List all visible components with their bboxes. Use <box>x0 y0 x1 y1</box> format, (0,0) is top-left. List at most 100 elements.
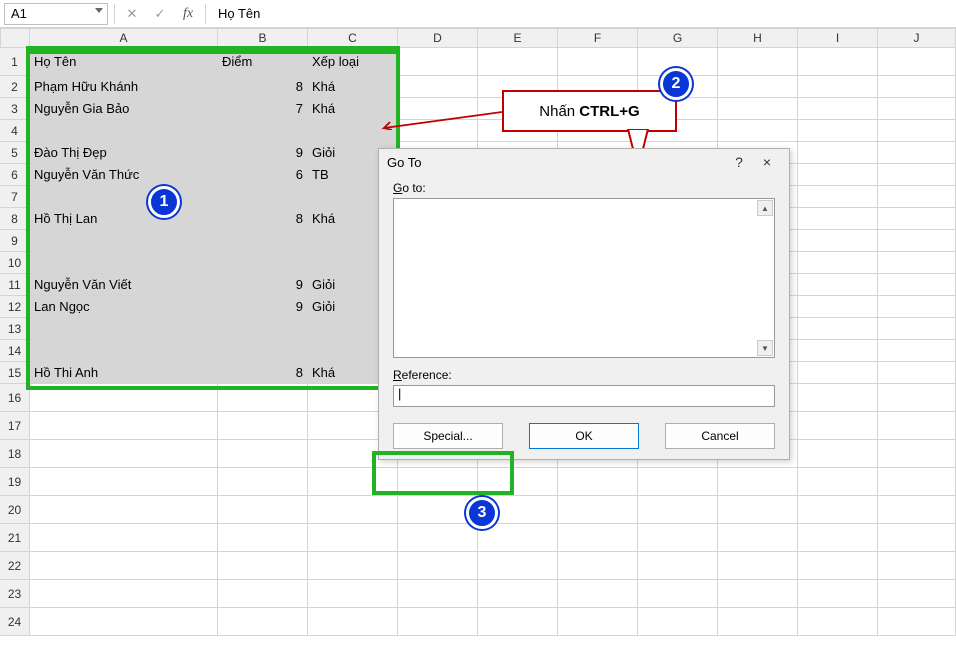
row-header[interactable]: 10 <box>0 252 30 274</box>
cell[interactable] <box>878 76 956 98</box>
cell[interactable] <box>798 142 878 164</box>
cell[interactable] <box>798 120 878 142</box>
cell[interactable] <box>878 440 956 468</box>
cell[interactable] <box>30 252 218 274</box>
cell[interactable] <box>798 98 878 120</box>
cell[interactable] <box>718 76 798 98</box>
cell[interactable]: Hồ Thi Anh <box>30 362 218 384</box>
row-header[interactable]: 16 <box>0 384 30 412</box>
cell[interactable] <box>218 440 308 468</box>
cell[interactable] <box>798 552 878 580</box>
name-box[interactable]: A1 <box>4 3 108 25</box>
cell[interactable] <box>798 48 878 76</box>
cell[interactable] <box>398 48 478 76</box>
cell[interactable] <box>558 468 638 496</box>
cell[interactable] <box>30 496 218 524</box>
cell[interactable]: Hồ Thị Lan <box>30 208 218 230</box>
row-header[interactable]: 8 <box>0 208 30 230</box>
cell[interactable] <box>308 608 398 636</box>
cell[interactable] <box>308 524 398 552</box>
cell[interactable] <box>798 318 878 340</box>
cell[interactable] <box>878 608 956 636</box>
select-all-corner[interactable] <box>0 28 30 48</box>
cell[interactable] <box>308 552 398 580</box>
row-header[interactable]: 14 <box>0 340 30 362</box>
cell[interactable] <box>558 48 638 76</box>
cell[interactable] <box>718 120 798 142</box>
row-header[interactable]: 24 <box>0 608 30 636</box>
cell[interactable]: 6 <box>218 164 308 186</box>
cell[interactable] <box>218 318 308 340</box>
cell[interactable] <box>558 496 638 524</box>
cell[interactable] <box>878 468 956 496</box>
col-header-J[interactable]: J <box>878 28 956 48</box>
scroll-down-icon[interactable]: ▼ <box>757 340 773 356</box>
cell[interactable]: Lan Ngọc <box>30 296 218 318</box>
cell[interactable] <box>218 340 308 362</box>
cell[interactable] <box>558 524 638 552</box>
insert-function-button[interactable]: fx <box>177 3 199 25</box>
cell[interactable] <box>798 186 878 208</box>
enter-formula-button[interactable]: ✓ <box>149 3 171 25</box>
row-header[interactable]: 18 <box>0 440 30 468</box>
cell[interactable] <box>218 252 308 274</box>
cell[interactable] <box>878 186 956 208</box>
col-header-A[interactable]: A <box>30 28 218 48</box>
row-header[interactable]: 9 <box>0 230 30 252</box>
cell[interactable] <box>878 412 956 440</box>
cell[interactable] <box>30 552 218 580</box>
cell[interactable] <box>638 468 718 496</box>
cancel-formula-button[interactable]: ✕ <box>121 3 143 25</box>
cell[interactable] <box>878 340 956 362</box>
cell[interactable] <box>218 468 308 496</box>
cell[interactable]: Nguyễn Gia Bảo <box>30 98 218 120</box>
cell[interactable] <box>878 362 956 384</box>
row-header[interactable]: 5 <box>0 142 30 164</box>
cell[interactable] <box>30 468 218 496</box>
row-header[interactable]: 21 <box>0 524 30 552</box>
cell[interactable] <box>798 524 878 552</box>
cell[interactable] <box>30 120 218 142</box>
cell[interactable] <box>218 496 308 524</box>
cell[interactable] <box>798 230 878 252</box>
cell[interactable] <box>218 608 308 636</box>
cell[interactable] <box>878 120 956 142</box>
cell[interactable] <box>718 608 798 636</box>
cell[interactable]: 9 <box>218 296 308 318</box>
cell[interactable] <box>398 76 478 98</box>
cell[interactable] <box>218 120 308 142</box>
row-header[interactable]: 11 <box>0 274 30 296</box>
row-header[interactable]: 20 <box>0 496 30 524</box>
col-header-G[interactable]: G <box>638 28 718 48</box>
row-header[interactable]: 7 <box>0 186 30 208</box>
cell[interactable] <box>398 524 478 552</box>
cell[interactable] <box>878 142 956 164</box>
cell[interactable] <box>638 580 718 608</box>
cell[interactable] <box>30 186 218 208</box>
cell[interactable] <box>878 296 956 318</box>
cell[interactable] <box>798 580 878 608</box>
cell[interactable] <box>798 340 878 362</box>
row-header[interactable]: 3 <box>0 98 30 120</box>
row-header[interactable]: 23 <box>0 580 30 608</box>
cell[interactable] <box>308 468 398 496</box>
cell[interactable] <box>398 468 478 496</box>
cell[interactable] <box>308 580 398 608</box>
cell[interactable] <box>30 580 218 608</box>
cell[interactable] <box>798 296 878 318</box>
cell[interactable] <box>308 496 398 524</box>
cell[interactable] <box>798 412 878 440</box>
cell[interactable] <box>878 252 956 274</box>
cell[interactable] <box>638 608 718 636</box>
col-header-F[interactable]: F <box>558 28 638 48</box>
cell[interactable] <box>718 552 798 580</box>
row-header[interactable]: 4 <box>0 120 30 142</box>
cell[interactable] <box>398 552 478 580</box>
reference-input[interactable]: | <box>393 385 775 407</box>
row-header[interactable]: 6 <box>0 164 30 186</box>
cell[interactable] <box>478 552 558 580</box>
cell[interactable] <box>798 76 878 98</box>
cell[interactable]: 7 <box>218 98 308 120</box>
cell[interactable] <box>218 230 308 252</box>
cell[interactable] <box>30 340 218 362</box>
